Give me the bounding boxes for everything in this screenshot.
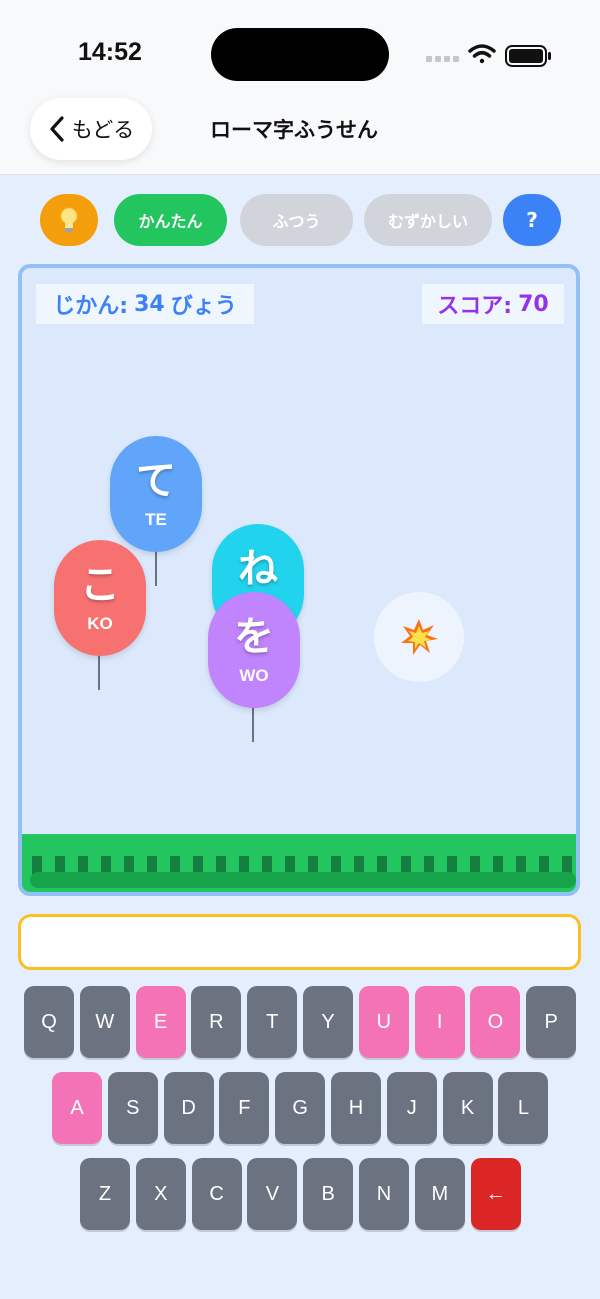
difficulty-hard-button[interactable]: むずかしい (364, 194, 492, 246)
hint-button[interactable] (40, 194, 98, 246)
back-button[interactable]: もどる (30, 98, 152, 160)
timer-unit: びょう (170, 294, 237, 319)
score-value: 70 (518, 291, 549, 317)
game-area: じかん: 34 びょう スコア: 70 て TE ね こ KO を WO (18, 264, 580, 896)
page-title: ローマ字ふうせん (210, 118, 378, 142)
cellular-signal-icon (426, 56, 459, 62)
balloon-romaji: TE (145, 510, 167, 529)
key-b[interactable]: B (303, 1158, 354, 1230)
balloon-kana: ね (238, 546, 278, 592)
key-y[interactable]: Y (303, 986, 353, 1058)
collision-icon (401, 619, 438, 655)
balloon-romaji: WO (239, 666, 269, 685)
timer-label: じかん: (53, 294, 129, 319)
key-h[interactable]: H (331, 1072, 381, 1144)
balloon-wo[interactable]: を WO (208, 592, 300, 708)
key-u[interactable]: U (358, 986, 409, 1058)
balloon-romaji: KO (87, 614, 113, 633)
grass-base (30, 872, 576, 888)
balloon-kana: て (136, 458, 176, 504)
difficulty-normal-button[interactable]: ふつう (240, 194, 353, 246)
key-s[interactable]: S (107, 1072, 158, 1144)
key-q[interactable]: Q (24, 986, 74, 1058)
key-o[interactable]: O (470, 986, 521, 1058)
key-c[interactable]: C (191, 1158, 242, 1230)
balloon-string (155, 550, 157, 586)
balloon-pop-effect (374, 592, 464, 682)
answer-input[interactable] (18, 914, 581, 970)
wifi-icon (468, 44, 496, 64)
help-button[interactable]: ? (503, 194, 561, 246)
key-v[interactable]: V (247, 1158, 298, 1230)
dynamic-island (211, 28, 389, 81)
key-z[interactable]: Z (80, 1158, 130, 1230)
backspace-key[interactable]: ← (470, 1158, 521, 1230)
key-l[interactable]: L (498, 1072, 549, 1144)
balloon-kana: を (234, 614, 274, 660)
navigation-bar: 14:52 もどる ローマ字ふうせん (0, 0, 600, 175)
lightbulb-icon (60, 207, 78, 232)
key-a[interactable]: A (52, 1072, 102, 1144)
balloon-string (252, 706, 254, 742)
key-t[interactable]: T (247, 986, 298, 1058)
chevron-left-icon (50, 116, 64, 142)
key-i[interactable]: I (414, 986, 465, 1058)
battery-icon (505, 45, 551, 67)
balloon-ko[interactable]: こ KO (54, 540, 146, 656)
balloon-kana: こ (80, 562, 120, 608)
key-d[interactable]: D (163, 1072, 214, 1144)
status-icons (424, 38, 554, 72)
score: スコア: 70 (422, 284, 564, 324)
key-m[interactable]: M (414, 1158, 465, 1230)
key-g[interactable]: G (275, 1072, 326, 1144)
key-e[interactable]: E (135, 986, 186, 1058)
key-x[interactable]: X (135, 1158, 186, 1230)
score-label: スコア: (437, 294, 513, 319)
key-j[interactable]: J (386, 1072, 437, 1144)
key-w[interactable]: W (79, 986, 130, 1058)
key-r[interactable]: R (191, 986, 242, 1058)
balloon-te[interactable]: て TE (110, 436, 202, 552)
difficulty-easy-button[interactable]: かんたん (114, 194, 227, 246)
ground (22, 834, 576, 892)
key-f[interactable]: F (219, 1072, 270, 1144)
back-label: もどる (71, 118, 135, 142)
key-n[interactable]: N (359, 1158, 409, 1230)
timer: じかん: 34 びょう (36, 284, 254, 324)
key-p[interactable]: P (526, 986, 577, 1058)
timer-value: 34 (134, 291, 165, 317)
balloon-string (98, 654, 100, 690)
key-k[interactable]: K (442, 1072, 493, 1144)
status-time: 14:52 (78, 38, 142, 66)
